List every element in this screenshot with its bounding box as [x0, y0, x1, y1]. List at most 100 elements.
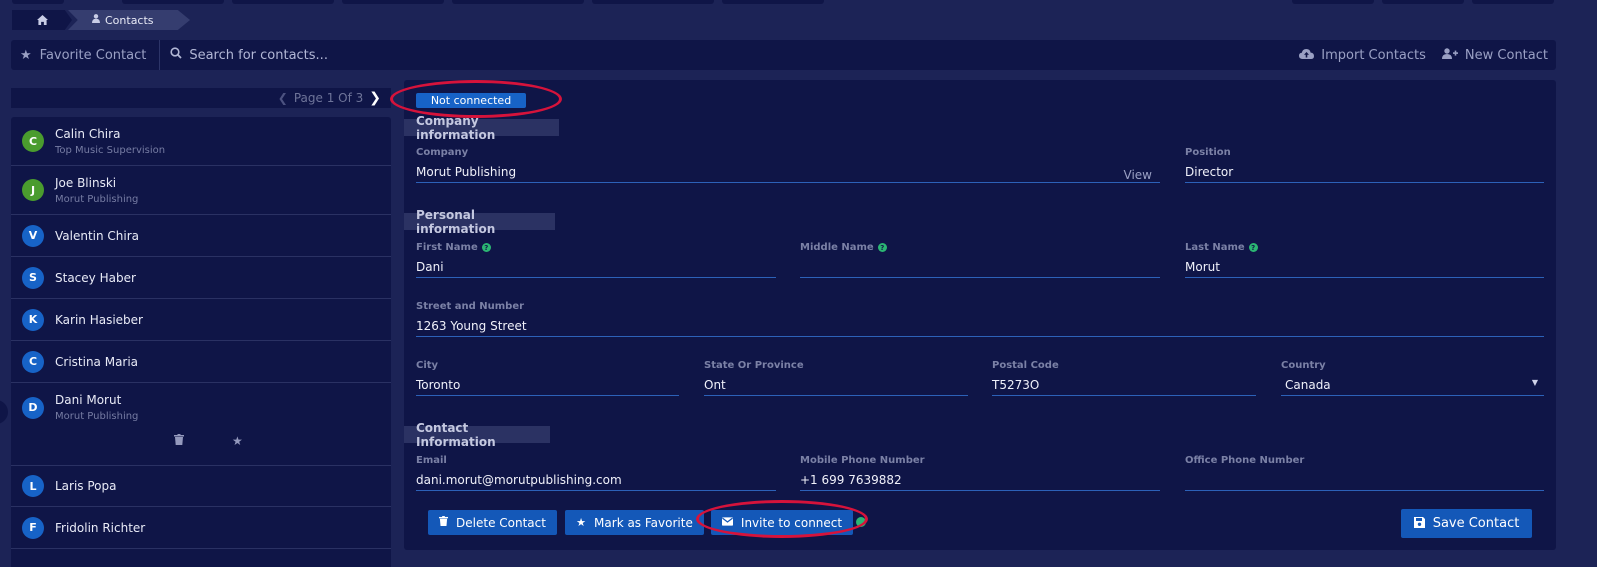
list-item[interactable]: J Joe Blinski Morut Publishing: [11, 166, 391, 215]
postal-code-label: Postal Code: [992, 360, 1059, 371]
trash-icon[interactable]: [174, 434, 184, 448]
star-icon: ★: [20, 47, 32, 63]
avatar: D: [22, 396, 44, 419]
star-icon[interactable]: ★: [232, 434, 243, 448]
top-button[interactable]: [452, 0, 584, 4]
help-icon[interactable]: ?: [481, 243, 491, 252]
company-label: Company: [416, 147, 469, 158]
new-contact-button[interactable]: New Contact: [1441, 47, 1548, 63]
caret-down-icon: ▼: [1531, 378, 1538, 387]
country-select[interactable]: Country Canada ▼: [1281, 360, 1544, 396]
avatar: K: [22, 308, 44, 331]
top-button[interactable]: [122, 0, 224, 4]
avatar: S: [22, 266, 44, 289]
position-field[interactable]: Position Director: [1185, 147, 1544, 183]
last-name-value: Morut: [1185, 260, 1220, 274]
view-company-link[interactable]: View: [1124, 168, 1152, 182]
top-button[interactable]: [12, 0, 64, 4]
delete-contact-button[interactable]: Delete Contact: [428, 510, 557, 535]
top-button[interactable]: [722, 0, 824, 4]
new-contact-label: New Contact: [1464, 47, 1548, 63]
top-button[interactable]: [342, 0, 444, 4]
field-underline: [416, 277, 776, 278]
breadcrumb-home[interactable]: [12, 10, 72, 30]
last-name-field[interactable]: Last Name? Morut: [1185, 242, 1544, 278]
company-value: Morut Publishing: [416, 165, 517, 179]
email-field[interactable]: Email dani.morut@morutpublishing.com: [416, 455, 776, 491]
field-underline: [992, 395, 1256, 396]
contact-name: Calin Chira: [55, 126, 121, 141]
state-field[interactable]: State Or Province Ont: [704, 360, 968, 396]
chevron-left-icon[interactable]: ❮: [278, 91, 288, 105]
top-button[interactable]: [1382, 0, 1464, 4]
breadcrumb-contacts[interactable]: Contacts: [68, 10, 190, 30]
field-underline: [1185, 277, 1544, 278]
street-value: 1263 Young Street: [416, 319, 527, 333]
list-item[interactable]: L Laris Popa: [11, 466, 391, 507]
city-field[interactable]: City Toronto: [416, 360, 679, 396]
mark-favorite-label: Mark as Favorite: [594, 515, 693, 530]
list-item-actions: ★: [174, 434, 391, 448]
state-label: State Or Province: [704, 360, 804, 371]
country-value: Canada: [1285, 378, 1331, 392]
mobile-phone-field[interactable]: Mobile Phone Number +1 699 7639882: [800, 455, 1160, 491]
help-icon[interactable]: ?: [1248, 243, 1258, 252]
office-phone-field[interactable]: Office Phone Number: [1185, 455, 1544, 491]
save-contact-button[interactable]: Save Contact: [1401, 509, 1532, 538]
first-name-label: First Name?: [416, 242, 776, 253]
middle-name-label-text: Middle Name: [800, 242, 874, 253]
list-item[interactable]: S Stacey Haber: [11, 257, 391, 299]
middle-name-label: Middle Name?: [800, 242, 1160, 253]
import-contacts-button[interactable]: Import Contacts: [1299, 48, 1426, 63]
state-value: Ont: [704, 378, 726, 392]
contact-name: Karin Hasieber: [55, 312, 143, 327]
list-item[interactable]: V Valentin Chira: [11, 215, 391, 257]
middle-name-field[interactable]: Middle Name?: [800, 242, 1160, 278]
section-contact-title: Contact Information: [404, 421, 550, 449]
sidebar-toggle[interactable]: [0, 400, 8, 424]
contact-detail-panel: Not connected Company information Compan…: [390, 80, 1556, 550]
search-input[interactable]: [189, 47, 590, 63]
list-item[interactable]: K Karin Hasieber: [11, 299, 391, 341]
postal-code-field[interactable]: Postal Code T5273O: [992, 360, 1256, 396]
mobile-phone-label: Mobile Phone Number: [800, 455, 925, 466]
help-icon[interactable]: ?: [877, 243, 887, 252]
contacts-toolbar: ★ Favorite Contact Import Contacts New C…: [11, 40, 1556, 70]
field-underline: [704, 395, 968, 396]
home-icon: [36, 15, 48, 25]
position-value: Director: [1185, 165, 1234, 179]
email-value: dani.morut@morutpublishing.com: [416, 473, 622, 487]
search-box: [160, 47, 1283, 63]
avatar: C: [22, 130, 44, 152]
last-name-label: Last Name?: [1185, 242, 1544, 253]
avatar: J: [22, 179, 44, 201]
top-button[interactable]: [1292, 0, 1374, 4]
street-field[interactable]: Street and Number 1263 Young Street: [416, 301, 1544, 337]
list-item[interactable]: C Cristina Maria: [11, 341, 391, 383]
contact-company: Morut Publishing: [55, 411, 139, 422]
floppy-disk-icon: [1413, 516, 1425, 531]
contact-list: C Calin Chira Top Music Supervision J Jo…: [11, 117, 391, 567]
user-plus-icon: [1441, 47, 1458, 63]
top-button[interactable]: [592, 0, 714, 4]
company-field[interactable]: Company Morut Publishing View: [416, 147, 1160, 183]
first-name-value: Dani: [416, 260, 444, 274]
last-name-label-text: Last Name: [1185, 242, 1245, 253]
list-item[interactable]: C Calin Chira Top Music Supervision: [11, 117, 391, 166]
annotation-circle: [696, 500, 868, 538]
section-personal-title: Personal information: [404, 208, 555, 236]
city-value: Toronto: [416, 378, 461, 392]
top-button[interactable]: [1472, 0, 1554, 4]
country-label: Country: [1281, 360, 1326, 371]
field-underline: [416, 395, 679, 396]
mark-favorite-button[interactable]: ★ Mark as Favorite: [565, 510, 704, 535]
list-item[interactable]: F Fridolin Richter: [11, 507, 391, 549]
favorite-contact-button[interactable]: ★ Favorite Contact: [11, 40, 161, 70]
top-button[interactable]: [232, 0, 334, 4]
field-underline: [800, 490, 1160, 491]
chevron-right-icon[interactable]: ❯: [369, 90, 381, 106]
position-label: Position: [1185, 147, 1231, 158]
first-name-field[interactable]: First Name? Dani: [416, 242, 776, 278]
first-name-label-text: First Name: [416, 242, 478, 253]
list-item-selected[interactable]: D Dani Morut Morut Publishing ★: [11, 383, 391, 466]
